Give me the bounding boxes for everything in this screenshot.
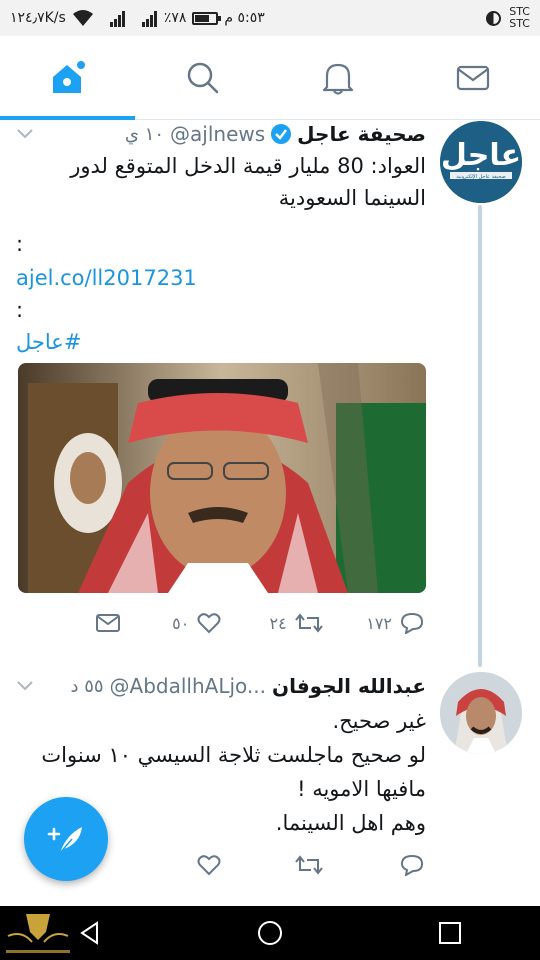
home-circle-icon[interactable] (256, 919, 284, 947)
compose-tweet-button[interactable] (24, 797, 108, 881)
like-action[interactable] (161, 854, 221, 876)
verified-badge-icon (271, 124, 292, 144)
tweet-body: العواد: 80 مليار قيمة الدخل المتوقع لدور… (16, 150, 426, 358)
compose-quill-icon (47, 827, 82, 854)
tweet-header: صحيفة عاجل @ajlnews ١٠ ي (16, 120, 426, 148)
tweet-photo-image (18, 363, 426, 593)
profile-photo-image (440, 672, 522, 754)
ajel-logo-icon: عاجل صحيفة عاجل الإلكترونية (440, 121, 522, 203)
reply-action[interactable]: ١٧٢ (364, 612, 424, 634)
like-action[interactable]: ٥٠ (161, 612, 221, 634)
tweet-actions: ١٧٢ ٢٤ ٥٠ (60, 608, 424, 638)
author-name[interactable]: صحيفة عاجل (297, 122, 426, 146)
tweet-header: عبدالله الجوفان @AbdallhALjo... ٥٥ د (16, 672, 426, 700)
tweet-line: غير صحيح. (332, 709, 426, 733)
ajel-logo-subtext: صحيفة عاجل الإلكترونية (456, 174, 506, 180)
tweet-time: ٥٥ د (70, 675, 104, 697)
chevron-down-icon[interactable] (16, 128, 34, 140)
author-name[interactable]: عبدالله الجوفان (272, 674, 426, 698)
retweet-action[interactable]: ٢٤ (263, 612, 323, 634)
recents-square-icon[interactable] (437, 920, 463, 946)
reply-count: ١٧٢ (366, 613, 392, 633)
tweet-link[interactable]: ajel.co/ll2017231 (16, 262, 426, 294)
chevron-down-icon[interactable] (16, 680, 34, 692)
dm-action[interactable] (60, 613, 121, 633)
avatar-ajlnews[interactable]: عاجل صحيفة عاجل الإلكترونية (440, 121, 522, 203)
author-handle[interactable]: @AbdallhALjo... (110, 674, 266, 698)
tweet-line: لو صحيح ماجلست ثلاجة السيسي ١٠ سنوات (41, 743, 426, 767)
thread-line (478, 205, 482, 667)
retweet-count: ٢٤ (269, 613, 287, 633)
reply-icon (400, 854, 424, 876)
tweet-text: العواد: 80 مليار قيمة الدخل المتوقع لدور… (70, 154, 426, 210)
tweet-ajlnews[interactable]: عاجل صحيفة عاجل الإلكترونية صحيفة عاجل @… (0, 0, 540, 660)
heart-icon (197, 613, 221, 634)
avatar-abdallah[interactable] (440, 672, 522, 754)
tweet-photo[interactable] (18, 363, 426, 593)
tweet-time: ١٠ ي (124, 123, 165, 145)
retweet-action[interactable] (263, 854, 323, 876)
ajel-logo-text: عاجل (441, 138, 521, 173)
heart-icon (197, 855, 221, 876)
system-nav-bar (0, 906, 540, 960)
back-icon[interactable] (77, 920, 103, 946)
author-handle[interactable]: @ajlnews (170, 122, 265, 146)
tweet-colon: : (16, 298, 24, 322)
like-count: ٥٠ (172, 613, 190, 633)
tweet-colon: : (16, 232, 24, 256)
retweet-icon (294, 855, 323, 875)
tweet-hashtag[interactable]: #عاجل (16, 326, 426, 358)
watermark-logo-icon (6, 914, 70, 953)
reply-icon (400, 612, 424, 634)
envelope-icon (96, 614, 121, 632)
reply-action[interactable] (364, 854, 424, 876)
retweet-icon (294, 613, 323, 633)
tweet-actions (60, 850, 424, 880)
